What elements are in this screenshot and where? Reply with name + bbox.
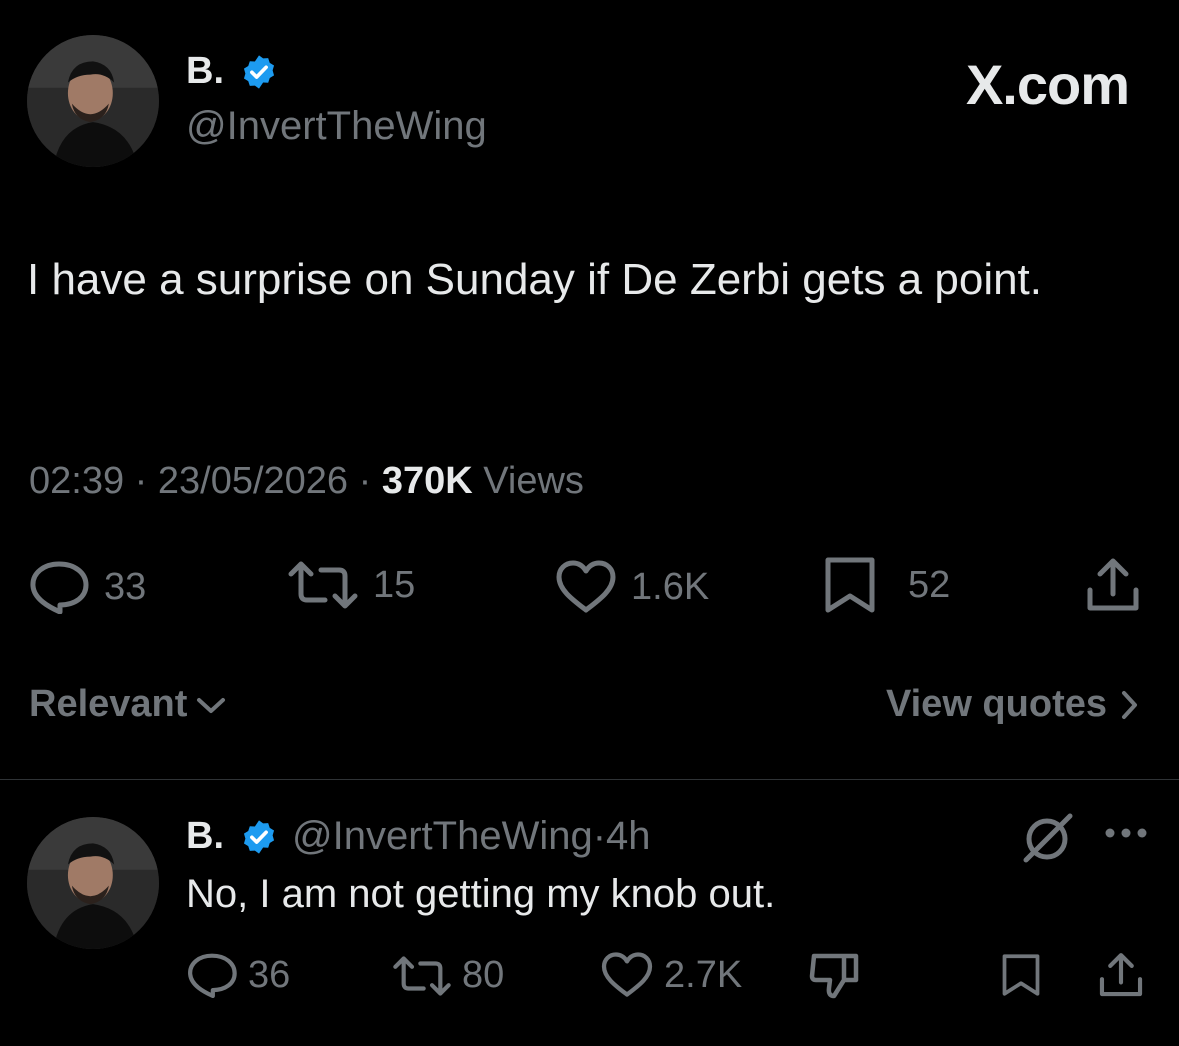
like-icon bbox=[601, 952, 653, 997]
reply-author-handle[interactable]: @InvertTheWing bbox=[292, 814, 593, 858]
bookmark-icon bbox=[825, 557, 875, 613]
verified-badge-icon bbox=[240, 818, 278, 856]
meta-separator: · bbox=[358, 460, 372, 502]
like-icon bbox=[556, 560, 616, 613]
reply-text: No, I am not getting my knob out. bbox=[186, 872, 776, 916]
tweet-meta: 02:39 · 23/05/2026 · 370K Views bbox=[29, 460, 584, 503]
tweet-text: I have a surprise on Sunday if De Zerbi … bbox=[27, 255, 1043, 304]
author-handle[interactable]: @InvertTheWing bbox=[186, 104, 487, 149]
reply-button[interactable]: 33 bbox=[28, 560, 146, 614]
bookmark-button[interactable]: 52 bbox=[822, 556, 950, 614]
grok-icon[interactable] bbox=[1018, 812, 1076, 869]
reply-icon bbox=[30, 561, 89, 614]
view-quotes-link[interactable]: View quotes bbox=[886, 683, 1139, 726]
reply-dislike-button[interactable] bbox=[808, 950, 860, 1000]
reply-author-name[interactable]: B. bbox=[186, 815, 224, 858]
views-count: 370K bbox=[381, 460, 473, 502]
view-quotes-label: View quotes bbox=[885, 683, 1107, 725]
share-icon bbox=[1099, 953, 1143, 997]
chevron-right-icon bbox=[1122, 690, 1137, 719]
chevron-down-icon bbox=[197, 697, 226, 713]
reply-like-count: 2.7K bbox=[664, 953, 743, 996]
reply-bookmark-button[interactable] bbox=[1000, 952, 1042, 998]
reply-icon bbox=[188, 953, 237, 998]
dislike-icon bbox=[809, 953, 859, 999]
repost-button[interactable]: 15 bbox=[287, 560, 415, 610]
reply-repost-button[interactable]: 80 bbox=[392, 954, 504, 997]
reply-reply-count: 36 bbox=[248, 953, 291, 996]
tweet-date[interactable]: 23/05/2026 bbox=[158, 460, 348, 502]
author-name[interactable]: B. bbox=[186, 50, 224, 93]
author-avatar[interactable] bbox=[27, 35, 159, 167]
repost-icon bbox=[393, 955, 451, 996]
reply-author-avatar[interactable] bbox=[27, 817, 159, 949]
divider bbox=[0, 779, 1179, 780]
share-icon bbox=[1087, 558, 1139, 611]
reply-like-button[interactable]: 2.7K bbox=[600, 952, 742, 998]
repost-count: 15 bbox=[373, 563, 416, 606]
share-button[interactable] bbox=[1084, 556, 1142, 614]
meta-separator: · bbox=[134, 460, 148, 502]
bookmark-count: 52 bbox=[908, 563, 951, 606]
reply-count: 33 bbox=[104, 565, 147, 608]
sort-label: Relevant bbox=[29, 683, 188, 725]
views-label: Views bbox=[483, 460, 584, 502]
tweet-time[interactable]: 02:39 bbox=[29, 460, 124, 502]
like-count: 1.6K bbox=[631, 565, 710, 608]
reply-author-handle-time: @InvertTheWing·4h bbox=[292, 814, 651, 859]
reply-reply-button[interactable]: 36 bbox=[186, 952, 290, 998]
like-button[interactable]: 1.6K bbox=[555, 560, 709, 614]
reply-repost-count: 80 bbox=[462, 954, 505, 996]
reply-time[interactable]: ·4h bbox=[593, 814, 651, 858]
x-watermark: X.com bbox=[965, 53, 1130, 116]
bookmark-icon bbox=[1002, 954, 1040, 996]
reply-share-button[interactable] bbox=[1097, 950, 1145, 1000]
verified-badge-icon bbox=[240, 53, 278, 91]
repost-icon bbox=[288, 561, 358, 609]
more-icon[interactable] bbox=[1103, 818, 1149, 853]
sort-dropdown[interactable]: Relevant bbox=[29, 683, 227, 726]
